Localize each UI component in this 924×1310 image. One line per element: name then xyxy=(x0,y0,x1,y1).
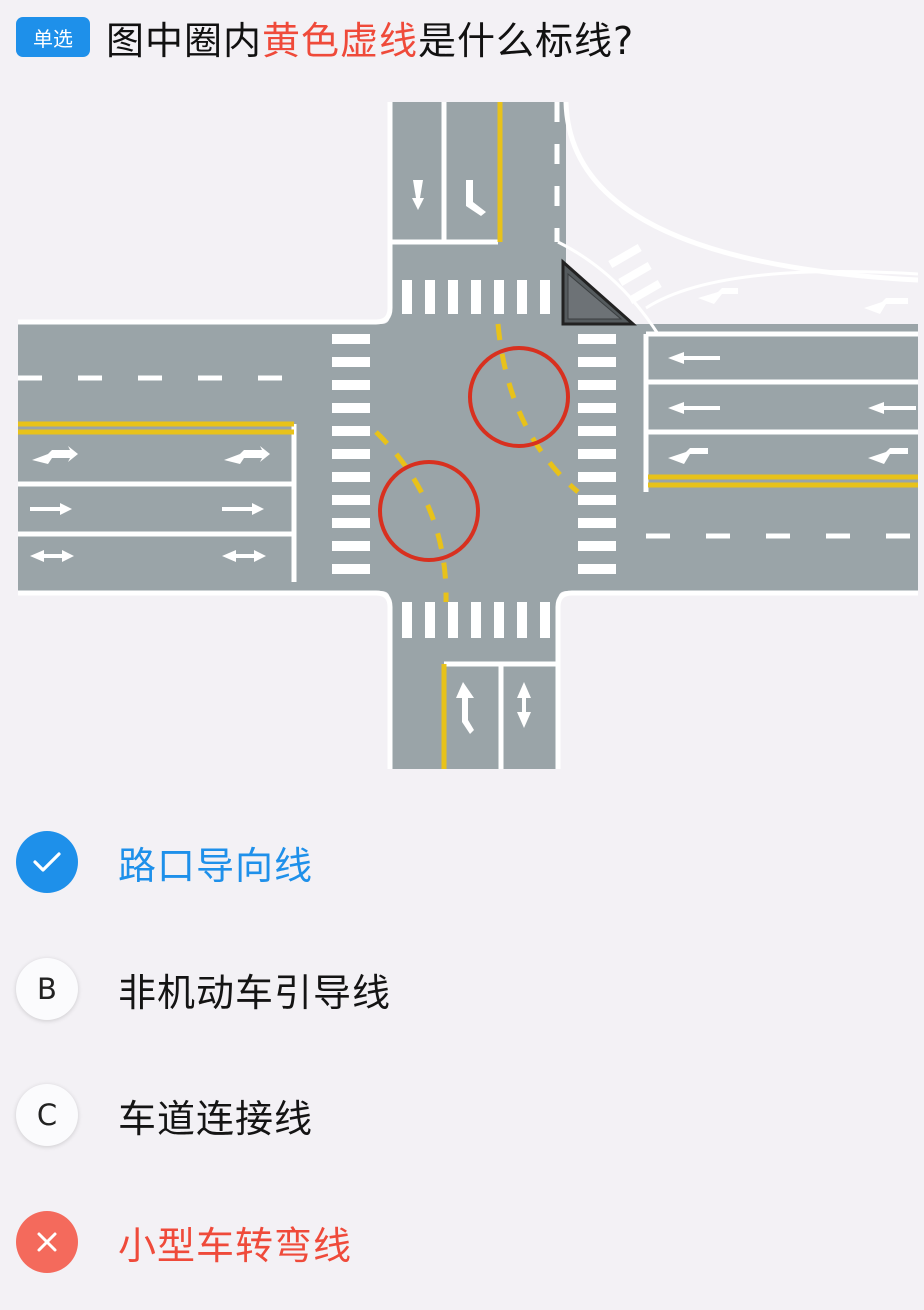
option-d-label: 小型车转弯线 xyxy=(118,1223,353,1268)
option-a[interactable]: 路口导向线 xyxy=(16,829,896,895)
option-b[interactable]: B 非机动车引导线 xyxy=(16,956,896,1022)
option-a-label: 路口导向线 xyxy=(118,843,314,888)
option-d-marker xyxy=(16,1211,78,1273)
option-c[interactable]: C 车道连接线 xyxy=(16,1082,896,1148)
cross-icon xyxy=(37,1232,57,1252)
intersection-diagram xyxy=(18,101,919,769)
option-d[interactable]: 小型车转弯线 xyxy=(16,1209,896,1275)
question-text-highlight: 黄色虚线 xyxy=(262,18,419,63)
question-text-after: 是什么标线? xyxy=(418,18,635,63)
option-c-label: 车道连接线 xyxy=(118,1096,314,1141)
question-header: 单选 图中圈内黄色虚线是什么标线? xyxy=(16,10,634,64)
option-b-marker: B xyxy=(16,958,78,1020)
check-icon xyxy=(33,852,61,872)
question-type-badge: 单选 xyxy=(16,17,90,57)
question-text: 图中圈内黄色虚线是什么标线? xyxy=(106,10,634,65)
option-b-label: 非机动车引导线 xyxy=(118,970,392,1015)
option-c-marker: C xyxy=(16,1084,78,1146)
question-text-before: 图中圈内 xyxy=(106,18,263,63)
option-a-marker xyxy=(16,831,78,893)
